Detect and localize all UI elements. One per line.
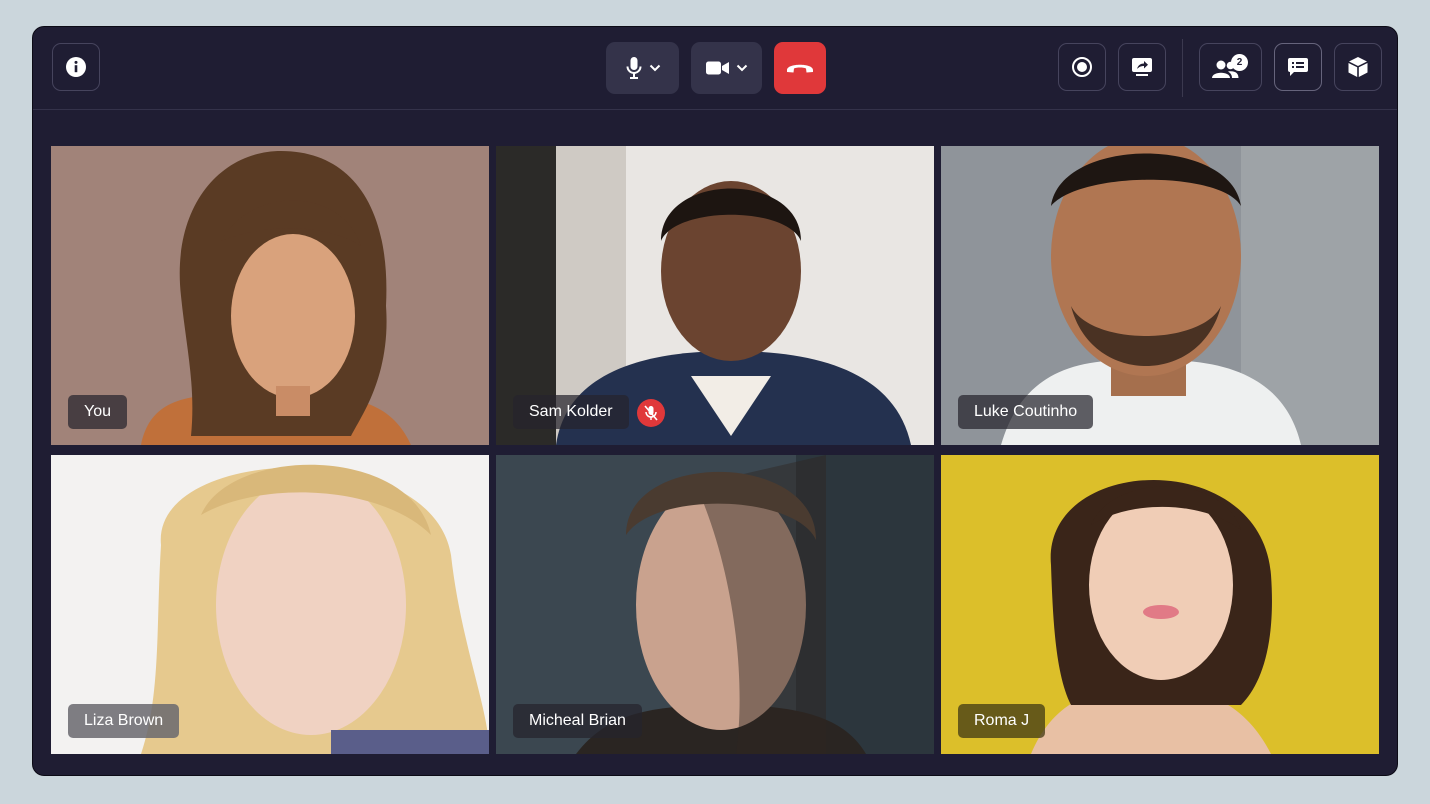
video-call-window: 2 You Sam Kolder Luke Coutinho Liza Brow… <box>32 26 1398 776</box>
video-tile-sam-kolder[interactable]: Sam Kolder <box>496 146 934 445</box>
microphone-button[interactable] <box>606 42 679 94</box>
call-toolbar: 2 <box>33 27 1397 110</box>
participant-name-label: Luke Coutinho <box>958 395 1094 429</box>
video-tile-you[interactable]: You <box>51 146 489 445</box>
video-tile-micheal-brian[interactable]: Micheal Brian <box>496 455 934 754</box>
screen-share-icon <box>1132 58 1152 76</box>
muted-indicator <box>637 399 665 427</box>
end-call-button[interactable] <box>774 42 826 94</box>
video-tile-liza-brown[interactable]: Liza Brown <box>51 455 489 754</box>
participant-count-badge: 2 <box>1231 54 1248 71</box>
chevron-down-icon[interactable] <box>736 64 748 72</box>
toolbar-divider <box>1182 39 1183 97</box>
microphone-off-icon <box>644 405 658 421</box>
screen-share-button[interactable] <box>1118 43 1166 91</box>
microphone-icon <box>626 57 641 79</box>
phone-hangup-icon <box>787 64 813 73</box>
participants-button[interactable]: 2 <box>1199 43 1262 91</box>
record-icon <box>1072 57 1092 77</box>
participant-name-label: Micheal Brian <box>513 704 642 738</box>
video-camera-icon <box>705 61 729 75</box>
chat-button[interactable] <box>1274 43 1322 91</box>
apps-button[interactable] <box>1334 43 1382 91</box>
info-button[interactable] <box>52 43 100 91</box>
chat-list-icon <box>1288 58 1308 76</box>
participant-name-label: Roma J <box>958 704 1046 738</box>
camera-button[interactable] <box>691 42 762 94</box>
video-tile-luke-coutinho[interactable]: Luke Coutinho <box>941 146 1379 445</box>
chevron-down-icon[interactable] <box>649 64 661 72</box>
participant-name-label: Sam Kolder <box>513 395 629 429</box>
participant-name-label: You <box>68 395 127 429</box>
record-button[interactable] <box>1058 43 1106 91</box>
participant-name-label: Liza Brown <box>68 704 180 738</box>
video-tile-roma-j[interactable]: Roma J <box>941 455 1379 754</box>
cube-icon <box>1348 57 1368 77</box>
info-icon <box>66 57 86 77</box>
